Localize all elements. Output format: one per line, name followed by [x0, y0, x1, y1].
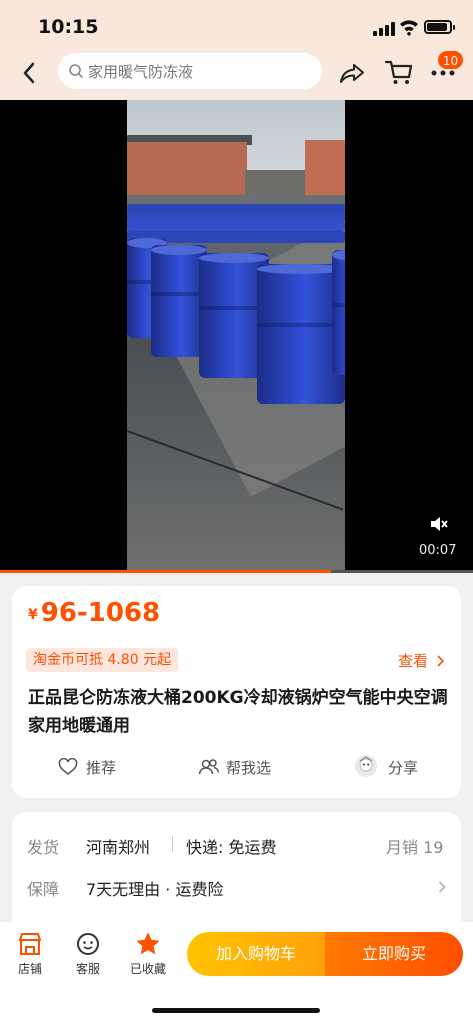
back-icon[interactable]	[18, 60, 42, 86]
wifi-icon	[400, 20, 418, 36]
chevron-right-icon[interactable]	[436, 655, 445, 667]
product-video[interactable]: 00:07	[0, 100, 473, 573]
currency-symbol: ¥	[28, 607, 38, 623]
help-me-choose-button[interactable]: 帮我选	[198, 756, 308, 780]
home-indicator	[152, 1008, 320, 1013]
product-price: ¥96-1068	[28, 598, 160, 628]
favorite-label: 已收藏	[129, 962, 166, 976]
cart-icon[interactable]	[384, 58, 414, 86]
chat-face-icon	[77, 933, 99, 955]
shipping-card: 发货 河南郑州 快递: 免运费 月销 19 保障 7天无理由 · 运费险	[12, 812, 461, 932]
price-value: 96-1068	[40, 598, 161, 628]
status-bar: 10:15	[0, 16, 473, 42]
check-link[interactable]: 查看	[398, 650, 428, 671]
product-photo	[127, 100, 345, 572]
video-progress-bar[interactable]	[0, 570, 473, 573]
status-time: 10:15	[38, 16, 99, 38]
favorite-button[interactable]: 已收藏	[126, 932, 170, 980]
store-label: 店铺	[17, 962, 42, 976]
signal-icon	[373, 22, 395, 36]
ship-from: 河南郑州	[86, 838, 151, 857]
top-header: 10:15 家用暖气防冻液 10	[0, 0, 473, 100]
coin-discount-tag: 淘金币可抵 4.80 元起	[26, 648, 179, 672]
guarantee-label: 保障	[27, 880, 60, 899]
people-icon	[198, 759, 220, 775]
avatar-icon	[355, 755, 377, 777]
share-action-button[interactable]: 分享	[354, 755, 444, 780]
store-icon	[19, 933, 41, 955]
mute-icon[interactable]	[429, 516, 449, 532]
delivery-fee: 快递: 免运费	[186, 838, 277, 857]
share-action-label: 分享	[388, 759, 419, 777]
battery-icon	[424, 20, 455, 34]
divider	[172, 836, 173, 852]
product-title: 正品昆仑防冻液大桶200KG冷却液锅炉空气能中央空调家用地暖通用	[28, 688, 448, 736]
bottom-action-bar: 店铺 客服 已收藏 加入购物车 立即购买	[0, 922, 473, 1024]
cart-count-badge: 10	[437, 50, 464, 70]
search-placeholder: 家用暖气防冻液	[88, 63, 194, 81]
guarantee-value[interactable]: 7天无理由 · 运费险	[86, 876, 223, 900]
heart-icon	[58, 758, 78, 775]
ship-label: 发货	[27, 838, 60, 857]
service-label: 客服	[75, 962, 100, 976]
customer-service-button[interactable]: 客服	[66, 932, 110, 980]
video-time: 00:07	[419, 543, 457, 558]
product-info-card: ¥96-1068 淘金币可抵 4.80 元起 查看 正品昆仑防冻液大桶200KG…	[12, 586, 461, 798]
recommend-label: 推荐	[86, 759, 117, 777]
star-icon	[137, 933, 159, 954]
store-button[interactable]: 店铺	[8, 932, 52, 980]
help-me-choose-label: 帮我选	[226, 759, 272, 777]
chevron-right-icon[interactable]	[438, 881, 446, 893]
add-to-cart-button[interactable]: 加入购物车	[187, 932, 325, 976]
buy-now-button[interactable]: 立即购买	[325, 932, 463, 976]
recommend-button[interactable]: 推荐	[58, 756, 148, 780]
share-icon[interactable]	[338, 60, 366, 86]
search-icon	[69, 64, 83, 78]
video-progress-fill	[0, 570, 332, 573]
search-input[interactable]: 家用暖气防冻液	[58, 53, 322, 89]
monthly-sales: 月销 19	[386, 838, 444, 857]
